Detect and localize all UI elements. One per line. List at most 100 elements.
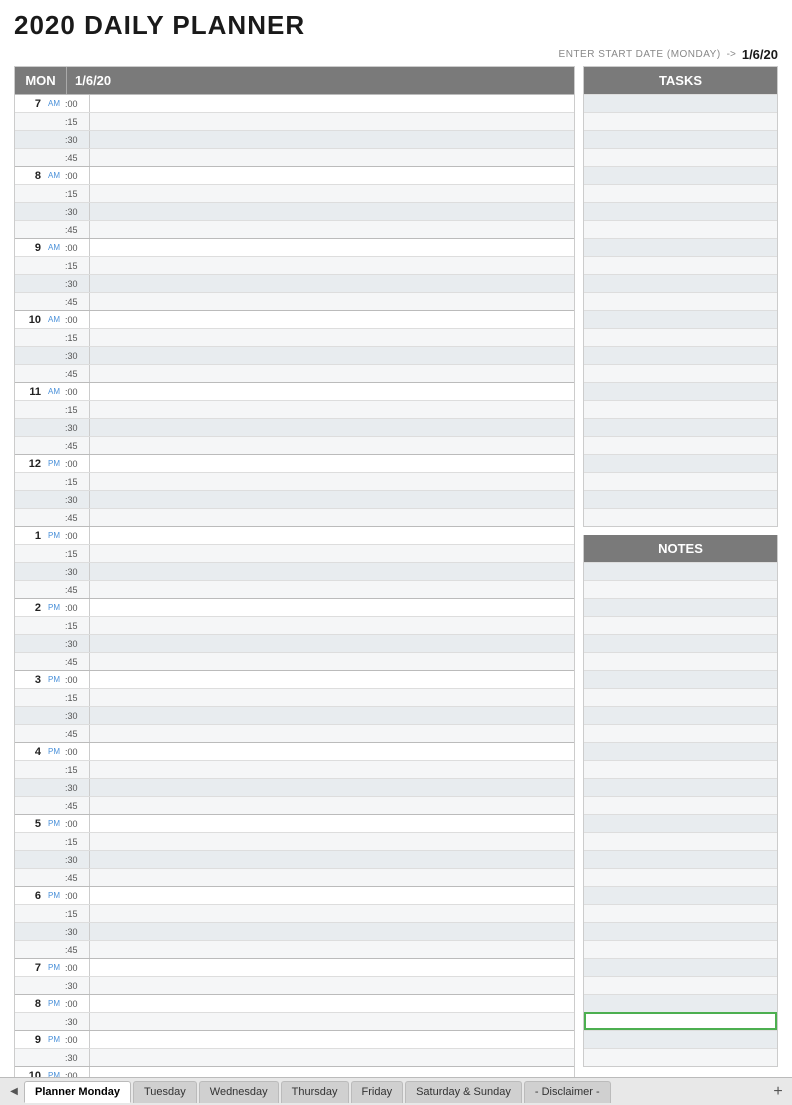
tab-thursday[interactable]: Thursday — [281, 1081, 349, 1103]
note-row[interactable] — [584, 778, 777, 796]
time-row[interactable]: :30 — [15, 922, 574, 940]
time-row[interactable]: :15 — [15, 616, 574, 634]
time-row[interactable]: :15 — [15, 112, 574, 130]
tab-wednesday[interactable]: Wednesday — [199, 1081, 279, 1103]
time-row[interactable]: :45 — [15, 292, 574, 310]
time-row[interactable]: 5PM:00 — [15, 814, 574, 832]
time-slot-content[interactable] — [89, 203, 574, 220]
time-row[interactable]: 7PM:00 — [15, 958, 574, 976]
time-row[interactable]: :45 — [15, 796, 574, 814]
time-slot-content[interactable] — [89, 167, 574, 184]
time-row[interactable]: :30 — [15, 562, 574, 580]
time-row[interactable]: 12PM:00 — [15, 454, 574, 472]
time-row[interactable]: 3PM:00 — [15, 670, 574, 688]
note-row[interactable] — [584, 1030, 777, 1048]
task-row[interactable] — [584, 184, 777, 202]
note-row[interactable] — [584, 670, 777, 688]
task-row[interactable] — [584, 166, 777, 184]
time-row[interactable]: 8AM:00 — [15, 166, 574, 184]
note-row[interactable] — [584, 1012, 777, 1030]
task-row[interactable] — [584, 130, 777, 148]
time-row[interactable]: 11AM:00 — [15, 382, 574, 400]
time-slot-content[interactable] — [89, 257, 574, 274]
time-slot-content[interactable] — [89, 707, 574, 724]
task-row[interactable] — [584, 418, 777, 436]
time-row[interactable]: 4PM:00 — [15, 742, 574, 760]
note-row[interactable] — [584, 598, 777, 616]
task-row[interactable] — [584, 472, 777, 490]
time-row[interactable]: :45 — [15, 148, 574, 166]
time-slot-content[interactable] — [89, 599, 574, 616]
note-row[interactable] — [584, 886, 777, 904]
time-slot-content[interactable] — [89, 419, 574, 436]
time-slot-content[interactable] — [89, 1031, 574, 1048]
time-row[interactable]: :45 — [15, 652, 574, 670]
time-slot-content[interactable] — [89, 671, 574, 688]
note-row[interactable] — [584, 958, 777, 976]
time-row[interactable]: :15 — [15, 400, 574, 418]
task-row[interactable] — [584, 220, 777, 238]
note-row[interactable] — [584, 922, 777, 940]
time-slot-content[interactable] — [89, 833, 574, 850]
time-slot-content[interactable] — [89, 851, 574, 868]
time-row[interactable]: :15 — [15, 328, 574, 346]
task-row[interactable] — [584, 94, 777, 112]
time-slot-content[interactable] — [89, 869, 574, 886]
task-row[interactable] — [584, 400, 777, 418]
time-slot-content[interactable] — [89, 401, 574, 418]
time-slot-content[interactable] — [89, 815, 574, 832]
task-row[interactable] — [584, 112, 777, 130]
time-slot-content[interactable] — [89, 131, 574, 148]
task-row[interactable] — [584, 274, 777, 292]
note-row[interactable] — [584, 634, 777, 652]
task-row[interactable] — [584, 256, 777, 274]
time-slot-content[interactable] — [89, 473, 574, 490]
time-row[interactable]: 10AM:00 — [15, 310, 574, 328]
time-row[interactable]: :30 — [15, 274, 574, 292]
task-row[interactable] — [584, 148, 777, 166]
time-row[interactable]: :45 — [15, 364, 574, 382]
note-row[interactable] — [584, 904, 777, 922]
task-row[interactable] — [584, 202, 777, 220]
tab-saturday---sunday[interactable]: Saturday & Sunday — [405, 1081, 522, 1103]
task-row[interactable] — [584, 436, 777, 454]
time-row[interactable]: 1PM:00 — [15, 526, 574, 544]
time-slot-content[interactable] — [89, 959, 574, 976]
note-row[interactable] — [584, 688, 777, 706]
task-row[interactable] — [584, 490, 777, 508]
task-row[interactable] — [584, 310, 777, 328]
time-row[interactable]: :30 — [15, 490, 574, 508]
task-row[interactable] — [584, 382, 777, 400]
time-row[interactable]: :15 — [15, 256, 574, 274]
date-entry-value[interactable]: 1/6/20 — [742, 47, 778, 62]
time-slot-content[interactable] — [89, 329, 574, 346]
time-row[interactable]: :30 — [15, 1012, 574, 1030]
time-slot-content[interactable] — [89, 779, 574, 796]
time-row[interactable]: :45 — [15, 724, 574, 742]
time-slot-content[interactable] — [89, 761, 574, 778]
note-row[interactable] — [584, 616, 777, 634]
task-row[interactable] — [584, 364, 777, 382]
time-slot-content[interactable] — [89, 563, 574, 580]
tab-planner-monday[interactable]: Planner Monday — [24, 1081, 131, 1103]
time-slot-content[interactable] — [89, 509, 574, 526]
note-row[interactable] — [584, 994, 777, 1012]
time-slot-content[interactable] — [89, 797, 574, 814]
time-slot-content[interactable] — [89, 1049, 574, 1066]
time-row[interactable]: :45 — [15, 220, 574, 238]
time-slot-content[interactable] — [89, 527, 574, 544]
time-slot-content[interactable] — [89, 95, 574, 112]
time-slot-content[interactable] — [89, 617, 574, 634]
time-slot-content[interactable] — [89, 293, 574, 310]
tab-tuesday[interactable]: Tuesday — [133, 1081, 197, 1103]
time-row[interactable]: :45 — [15, 580, 574, 598]
time-row[interactable]: :15 — [15, 544, 574, 562]
time-slot-content[interactable] — [89, 545, 574, 562]
time-row[interactable]: :30 — [15, 850, 574, 868]
note-row[interactable] — [584, 976, 777, 994]
time-row[interactable]: :45 — [15, 940, 574, 958]
task-row[interactable] — [584, 238, 777, 256]
time-row[interactable]: 9PM:00 — [15, 1030, 574, 1048]
time-slot-content[interactable] — [89, 275, 574, 292]
time-row[interactable]: :30 — [15, 130, 574, 148]
